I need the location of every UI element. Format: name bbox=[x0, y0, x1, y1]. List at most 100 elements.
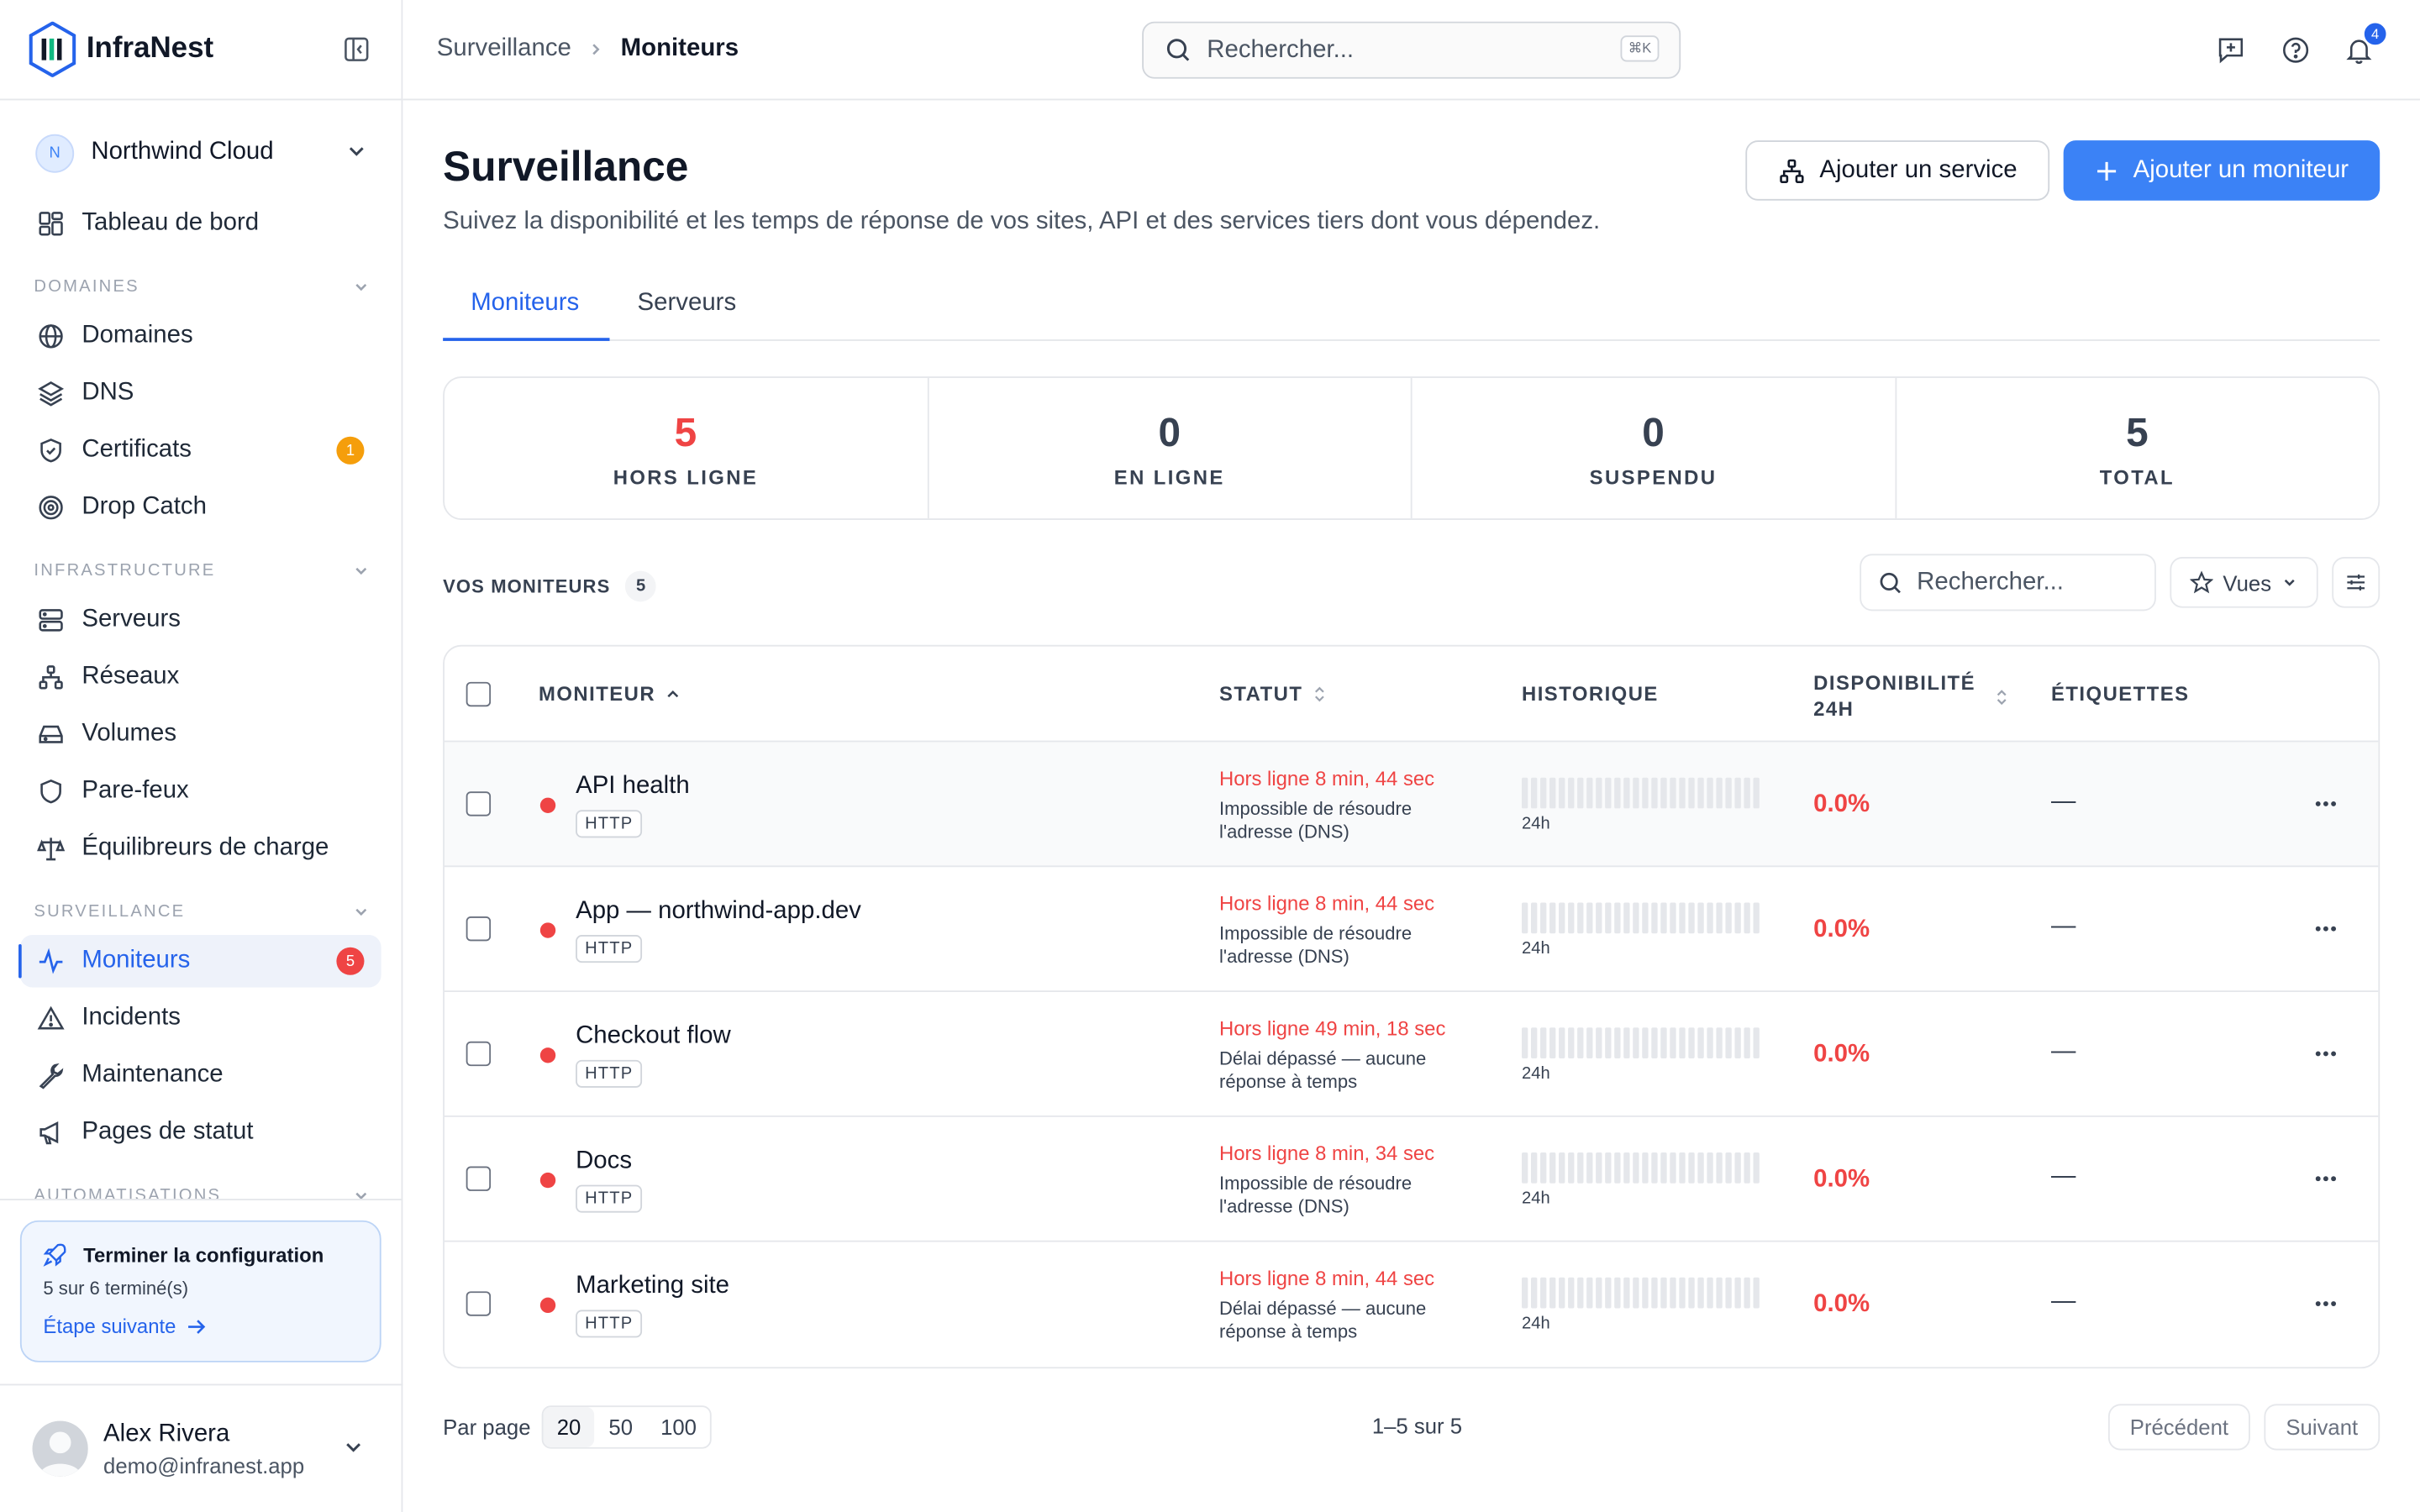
more-actions-icon[interactable] bbox=[2313, 1299, 2338, 1309]
per-page-option-100[interactable]: 100 bbox=[647, 1407, 711, 1447]
column-label-line: 24H bbox=[1813, 697, 1854, 721]
section-monitoring[interactable]: SURVEILLANCE bbox=[34, 902, 370, 921]
sidebar-item-domains[interactable]: Domaines bbox=[20, 310, 381, 362]
history-label: 24h bbox=[1521, 1314, 1550, 1333]
column-monitor[interactable]: MONITEUR bbox=[539, 682, 680, 705]
sidebar-item-incidents[interactable]: Incidents bbox=[20, 992, 381, 1044]
add-monitor-label: Ajouter un moniteur bbox=[2133, 156, 2349, 183]
select-all-checkbox[interactable] bbox=[466, 681, 492, 707]
next-step-link[interactable]: Étape suivante bbox=[43, 1315, 358, 1337]
shield-icon bbox=[40, 779, 61, 804]
sidebar-item-firewalls[interactable]: Pare-feux bbox=[20, 765, 381, 817]
views-dropdown[interactable]: Vues bbox=[2170, 557, 2318, 608]
sidebar-item-label: Moniteurs bbox=[82, 947, 191, 974]
collapse-sidebar-icon[interactable] bbox=[343, 35, 371, 63]
monitor-name[interactable]: API health bbox=[576, 773, 690, 801]
history-bar bbox=[1614, 1027, 1621, 1058]
uptime-value: 0.0% bbox=[1813, 1041, 1870, 1068]
sidebar-item-drop-catch[interactable]: Drop Catch bbox=[20, 481, 381, 533]
monitor-name[interactable]: Checkout flow bbox=[576, 1023, 731, 1051]
history-bar bbox=[1577, 1152, 1584, 1184]
global-search-input[interactable]: Rechercher... ⌘K bbox=[1142, 21, 1681, 79]
sidebar-item-monitors[interactable]: Moniteurs 5 bbox=[18, 935, 381, 988]
divider bbox=[0, 1199, 402, 1200]
org-switcher[interactable]: N Northwind Cloud bbox=[18, 127, 380, 179]
table-row[interactable]: Checkout flow HTTP Hors ligne 49 min, 18 s… bbox=[444, 992, 2379, 1117]
history-bar bbox=[1577, 1277, 1584, 1309]
sidebar-item-load-balancers[interactable]: Équilibreurs de charge bbox=[20, 822, 381, 874]
history-bar bbox=[1734, 1277, 1741, 1309]
history-bar bbox=[1605, 1027, 1612, 1058]
sidebar-item-networks[interactable]: Réseaux bbox=[20, 651, 381, 703]
history-bar bbox=[1651, 1152, 1658, 1184]
sidebar-item-label: Pages de statut bbox=[82, 1118, 254, 1145]
sidebar-item-dashboard[interactable]: Tableau de bord bbox=[20, 197, 381, 249]
sidebar-item-volumes[interactable]: Volumes bbox=[20, 708, 381, 760]
sidebar-item-status-pages[interactable]: Pages de statut bbox=[20, 1106, 381, 1158]
next-page-button[interactable]: Suivant bbox=[2264, 1404, 2381, 1451]
history-bar bbox=[1623, 1152, 1630, 1184]
feedback-icon[interactable] bbox=[2217, 35, 2246, 65]
more-actions-icon[interactable] bbox=[2313, 1049, 2338, 1058]
active-tab-indicator bbox=[443, 338, 610, 341]
column-uptime[interactable]: DISPONIBILITÉ 24H bbox=[1813, 669, 2009, 722]
monitor-name[interactable]: Docs bbox=[576, 1148, 632, 1176]
section-label: INFRASTRUCTURE bbox=[34, 561, 216, 580]
add-monitor-button[interactable]: Ajouter un moniteur bbox=[2063, 140, 2381, 201]
row-checkbox[interactable] bbox=[466, 1166, 492, 1191]
brand[interactable]: InfraNest bbox=[0, 0, 402, 101]
row-checkbox[interactable] bbox=[466, 791, 492, 816]
column-status[interactable]: STATUT bbox=[1219, 682, 1328, 705]
sidebar-item-certificates[interactable]: Certificats 1 bbox=[20, 424, 381, 476]
per-page-option-50[interactable]: 50 bbox=[595, 1407, 647, 1447]
table-row[interactable]: Docs HTTP Hors ligne 8 min, 34 sec Impossib… bbox=[444, 1117, 2379, 1242]
history-bar bbox=[1531, 1277, 1538, 1309]
table-row[interactable]: App — northwind-app.dev HTTP Hors ligne 8 … bbox=[444, 867, 2379, 992]
row-checkbox[interactable] bbox=[466, 1291, 492, 1316]
monitor-name[interactable]: App — northwind-app.dev bbox=[576, 898, 861, 926]
history-bar bbox=[1568, 1152, 1575, 1184]
row-checkbox[interactable] bbox=[466, 916, 492, 942]
more-actions-icon[interactable] bbox=[2313, 1174, 2338, 1184]
monitor-name[interactable]: Marketing site bbox=[576, 1273, 729, 1300]
sidebar-item-maintenance[interactable]: Maintenance bbox=[20, 1049, 381, 1101]
shortcut-hint: ⌘K bbox=[1620, 35, 1660, 62]
help-icon[interactable] bbox=[2281, 35, 2311, 65]
history-bar bbox=[1679, 1027, 1686, 1058]
tab-servers[interactable]: Serveurs bbox=[638, 290, 737, 318]
table-row[interactable]: API health HTTP Hors ligne 8 min, 44 sec Im… bbox=[444, 742, 2379, 868]
history-bar bbox=[1568, 777, 1575, 809]
sliders-icon bbox=[2347, 574, 2365, 591]
monitor-search-input[interactable]: Rechercher... bbox=[1860, 554, 2156, 612]
more-actions-icon[interactable] bbox=[2313, 799, 2338, 808]
sidebar: InfraNest N Northwind Cloud Tableau de b… bbox=[0, 0, 403, 1512]
table-row[interactable]: Marketing site HTTP Hors ligne 8 min, 44 s… bbox=[445, 1242, 2378, 1368]
sidebar-item-dns[interactable]: DNS bbox=[20, 367, 381, 419]
section-domains[interactable]: DOMAINES bbox=[34, 278, 370, 297]
add-service-button[interactable]: Ajouter un service bbox=[1745, 140, 2050, 201]
breadcrumb-surveillance[interactable]: Surveillance bbox=[437, 35, 571, 63]
history-bar bbox=[1697, 902, 1704, 934]
history-label: 24h bbox=[1521, 814, 1550, 833]
section-automations[interactable]: AUTOMATISATIONS bbox=[34, 1186, 370, 1200]
history-bar bbox=[1651, 902, 1658, 934]
previous-page-button[interactable]: Précédent bbox=[2107, 1404, 2250, 1451]
per-page-option-20[interactable]: 20 bbox=[543, 1407, 595, 1447]
monitor-type-badge: HTTP bbox=[576, 810, 643, 838]
section-infrastructure[interactable]: INFRASTRUCTURE bbox=[34, 562, 370, 580]
pagination-range: 1–5 sur 5 bbox=[1371, 1413, 1463, 1438]
monitors-count: 5 bbox=[625, 570, 657, 602]
column-label: HISTORIQUE bbox=[1521, 681, 1659, 706]
history-bar bbox=[1605, 902, 1612, 934]
sidebar-item-servers[interactable]: Serveurs bbox=[20, 594, 381, 646]
column-settings-button[interactable] bbox=[2332, 557, 2381, 608]
history-bar bbox=[1531, 777, 1538, 809]
tab-monitors[interactable]: Moniteurs bbox=[471, 290, 579, 318]
more-actions-icon[interactable] bbox=[2313, 924, 2338, 933]
user-menu[interactable]: Alex Rivera demo@infranest.app bbox=[0, 1383, 403, 1512]
breadcrumb: Surveillance Moniteurs bbox=[437, 35, 739, 63]
scale-icon bbox=[37, 837, 66, 861]
history-bar bbox=[1688, 777, 1695, 809]
row-checkbox[interactable] bbox=[466, 1041, 492, 1067]
history-bar bbox=[1614, 902, 1621, 934]
